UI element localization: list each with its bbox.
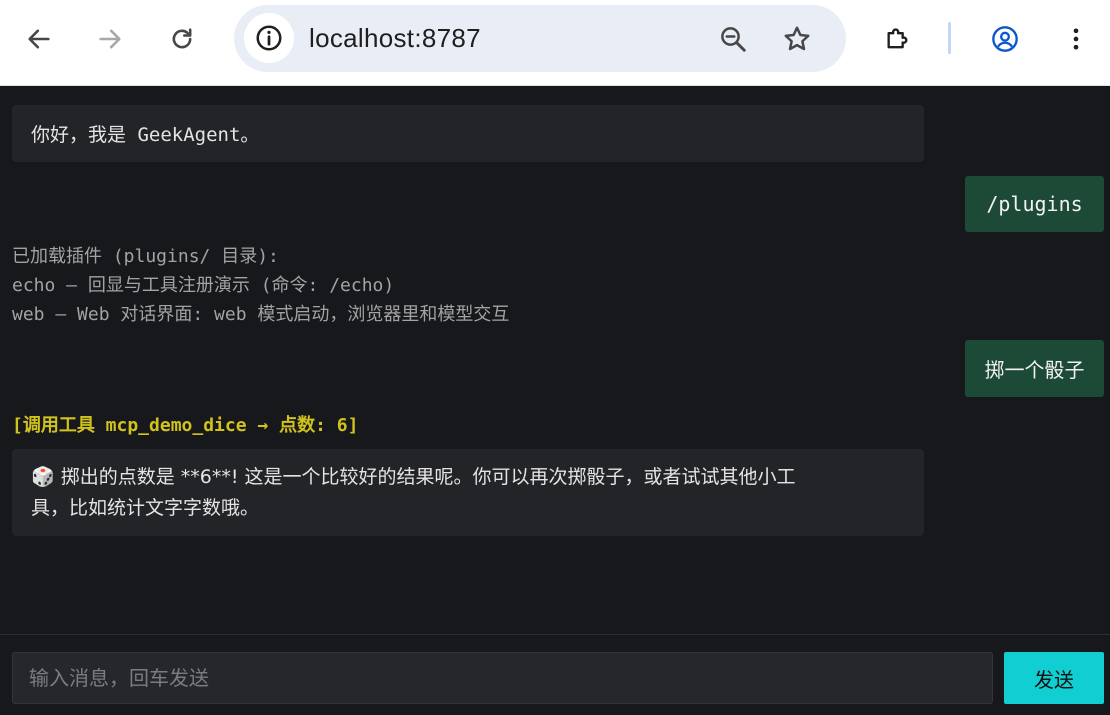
kebab-menu-icon <box>1073 28 1079 50</box>
arrow-left-icon <box>28 29 50 49</box>
zoom-out-icon <box>721 27 746 52</box>
extensions-button[interactable] <box>878 19 918 59</box>
user-message-text: /plugins <box>986 192 1083 216</box>
user-message: 掷一个骰子 <box>965 340 1104 397</box>
star-icon <box>784 26 810 51</box>
zoom-button[interactable] <box>716 22 750 56</box>
back-button[interactable] <box>19 19 59 59</box>
tool-call-notice: [调用工具 mcp_demo_dice → 点数: 6] <box>12 415 359 436</box>
assistant-message-line: 🎲 掷出的点数是 **6**! 这是一个比较好的结果呢。你可以再次掷骰子，或者试… <box>31 466 796 488</box>
browser-toolbar: localhost:8787 <box>0 0 1110 86</box>
url-text[interactable]: localhost:8787 <box>309 23 481 54</box>
bookmark-button[interactable] <box>780 22 814 56</box>
address-bar[interactable]: localhost:8787 <box>234 5 846 72</box>
plugin-list: 已加载插件 (plugins/ 目录): echo — 回显与工具注册演示 (命… <box>12 242 509 329</box>
user-message-text: 掷一个骰子 <box>984 358 1085 382</box>
plugin-list-header: 已加载插件 (plugins/ 目录): <box>12 246 279 267</box>
reload-button[interactable] <box>162 19 202 59</box>
arrow-right-icon <box>99 29 121 49</box>
forward-button[interactable] <box>90 19 130 59</box>
dice-icon: 🎲 <box>31 466 55 488</box>
puzzle-icon <box>887 28 908 49</box>
assistant-message: 🎲 掷出的点数是 **6**! 这是一个比较好的结果呢。你可以再次掷骰子，或者试… <box>12 449 924 536</box>
plugin-list-item: echo — 回显与工具注册演示 (命令: /echo) <box>12 275 395 296</box>
info-icon <box>256 25 282 51</box>
account-circle-icon <box>992 26 1018 52</box>
message-input[interactable] <box>12 652 993 704</box>
profile-button[interactable] <box>985 19 1025 59</box>
reload-icon <box>172 28 192 49</box>
browser-menu-button[interactable] <box>1056 19 1096 59</box>
assistant-message-line: 具，比如统计文字字数哦。 <box>31 497 260 519</box>
composer: 发送 <box>0 634 1110 715</box>
assistant-message: 你好，我是 GeekAgent。 <box>12 105 924 162</box>
user-message: /plugins <box>965 176 1104 232</box>
site-info-button[interactable] <box>244 13 294 63</box>
send-button[interactable]: 发送 <box>1004 652 1104 704</box>
toolbar-divider <box>948 22 951 54</box>
chat-log: 你好，我是 GeekAgent。 /plugins 已加载插件 (plugins… <box>0 87 1110 634</box>
plugin-list-item: web — Web 对话界面: web 模式启动，浏览器里和模型交互 <box>12 304 510 325</box>
assistant-message-text: 你好，我是 GeekAgent。 <box>31 124 260 146</box>
